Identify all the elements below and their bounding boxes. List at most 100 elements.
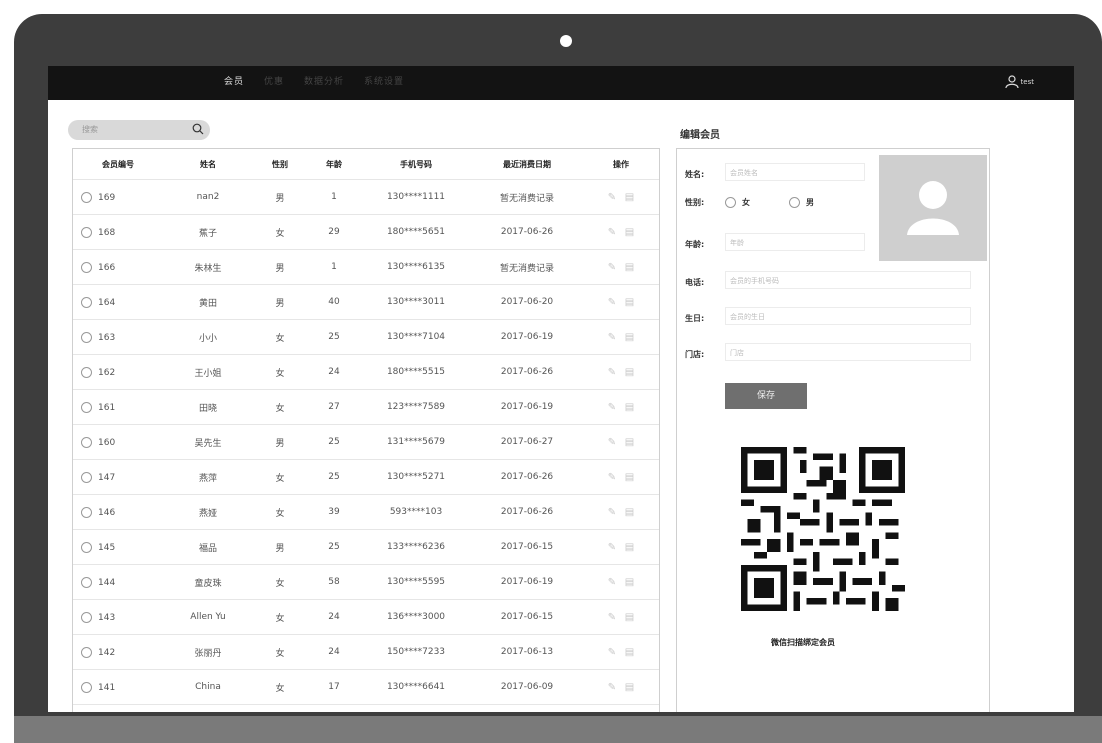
table-row[interactable]: 160 吴先生男 25 131****5679 2017-06-27 ✎ ▤ [73, 424, 659, 460]
gender-male-label: 男 [806, 198, 814, 207]
table-row[interactable]: 144 童皮珠女 58 130****5595 2017-06-19 ✎ ▤ [73, 564, 659, 600]
edit-icon[interactable]: ✎ [608, 472, 616, 483]
member-name-cell: 童皮珠 [163, 564, 253, 600]
delete-icon[interactable]: ▤ [625, 612, 634, 623]
delete-icon[interactable]: ▤ [625, 332, 634, 343]
row-select-radio[interactable] [81, 506, 92, 518]
member-name-cell: 燕萍 [163, 459, 253, 495]
nav-item-settings[interactable]: 系统设置 [364, 74, 404, 87]
delete-icon[interactable]: ▤ [625, 367, 634, 378]
name-input[interactable]: 会员姓名 [725, 163, 865, 181]
row-select-radio[interactable] [81, 296, 92, 308]
save-button[interactable]: 保存 [725, 383, 807, 409]
delete-icon[interactable]: ▤ [625, 472, 634, 483]
avatar-placeholder[interactable] [879, 155, 987, 261]
member-id-text: 168 [98, 227, 116, 238]
member-name-cell: 小小 [163, 319, 253, 355]
member-name-cell: 黄田 [163, 284, 253, 320]
delete-icon[interactable]: ▤ [625, 227, 634, 238]
delete-icon[interactable]: ▤ [625, 262, 634, 273]
edit-icon[interactable]: ✎ [608, 262, 616, 273]
delete-icon[interactable]: ▤ [625, 402, 634, 413]
row-select-radio[interactable] [81, 366, 92, 378]
search-icon[interactable] [192, 123, 204, 135]
row-select-radio[interactable] [81, 611, 92, 623]
row-select-radio[interactable] [81, 471, 92, 483]
male-radio-icon [789, 197, 800, 208]
birthday-input[interactable]: 会员的生日 [725, 307, 971, 325]
edit-icon[interactable]: ✎ [608, 437, 616, 448]
gender-option-female[interactable]: 女 [725, 197, 750, 208]
edit-icon[interactable]: ✎ [608, 647, 616, 658]
member-last-date-cell: 暂无消费记录 [471, 249, 583, 285]
row-select-radio[interactable] [81, 576, 92, 588]
table-row[interactable]: 169 nan2 男 1 130****1111 暂无消费记录 ✎ ▤ [73, 179, 659, 215]
edit-icon[interactable]: ✎ [608, 367, 616, 378]
member-last-date-cell: 2017-06-09 [471, 669, 583, 705]
table-row[interactable]: 162 王小姐女 24 180****5515 2017-06-26 ✎ ▤ [73, 354, 659, 390]
store-input[interactable]: 门店 [725, 343, 971, 361]
member-age-cell: 39 [307, 494, 361, 530]
member-id-cell: 163 [73, 319, 163, 355]
delete-icon[interactable]: ▤ [625, 682, 634, 693]
edit-icon[interactable]: ✎ [608, 192, 616, 203]
edit-icon[interactable]: ✎ [608, 402, 616, 413]
delete-icon[interactable]: ▤ [625, 577, 634, 588]
table-row[interactable]: 166 朱林生男 1 130****6135 暂无消费记录 ✎ ▤ [73, 249, 659, 285]
member-last-date-cell: 2017-06-15 [471, 599, 583, 635]
table-row[interactable]: 141 China 女 17 130****6641 2017-06-09 ✎ ▤ [73, 669, 659, 705]
nav-item-members[interactable]: 会员 [224, 74, 244, 87]
edit-icon[interactable]: ✎ [608, 227, 616, 238]
nav-item-analytics[interactable]: 数据分析 [304, 74, 344, 87]
row-select-radio[interactable] [81, 541, 92, 553]
user-menu[interactable]: test [1004, 75, 1034, 89]
delete-icon[interactable]: ▤ [625, 192, 634, 203]
member-last-date-cell: 2017-06-26 [471, 214, 583, 250]
nav-item-coupons[interactable]: 优惠 [264, 74, 284, 87]
row-select-radio[interactable] [81, 261, 92, 273]
row-select-radio[interactable] [81, 646, 92, 658]
age-input[interactable]: 年龄 [725, 233, 865, 251]
delete-icon[interactable]: ▤ [625, 647, 634, 658]
row-select-radio[interactable] [81, 191, 92, 203]
edit-icon[interactable]: ✎ [608, 297, 616, 308]
edit-icon[interactable]: ✎ [608, 612, 616, 623]
search-box[interactable]: 搜索 [68, 120, 210, 140]
edit-icon[interactable]: ✎ [608, 577, 616, 588]
row-select-radio[interactable] [81, 681, 92, 693]
edit-icon[interactable]: ✎ [608, 682, 616, 693]
table-row[interactable]: 161 田晓女 27 123****7589 2017-06-19 ✎ ▤ [73, 389, 659, 425]
member-id-cell: 141 [73, 669, 163, 705]
row-select-radio[interactable] [81, 331, 92, 343]
table-row[interactable]: 142 张丽丹女 24 150****7233 2017-06-13 ✎ ▤ [73, 634, 659, 670]
avatar-silhouette-icon [907, 181, 959, 235]
row-select-radio[interactable] [81, 401, 92, 413]
table-row[interactable]: 146 燕娅女 39 593****103 2017-06-26 ✎ ▤ [73, 494, 659, 530]
table-row[interactable]: 143 Allen Yu 女 24 136****3000 2017-06-15 ✎ ▤ [73, 599, 659, 635]
phone-input[interactable]: 会员的手机号码 [725, 271, 971, 289]
member-phone-cell: 130****3011 [361, 284, 471, 320]
edit-icon[interactable]: ✎ [608, 542, 616, 553]
delete-icon[interactable]: ▤ [625, 542, 634, 553]
member-gender-cell: 女 [253, 494, 307, 530]
member-age-cell: 40 [307, 284, 361, 320]
row-select-radio[interactable] [81, 226, 92, 238]
edit-icon[interactable]: ✎ [608, 332, 616, 343]
delete-icon[interactable]: ▤ [625, 507, 634, 518]
age-label: 年龄: [685, 240, 705, 249]
gender-option-male[interactable]: 男 [789, 197, 814, 208]
member-phone-cell: 593****103 [361, 494, 471, 530]
edit-icon[interactable]: ✎ [608, 507, 616, 518]
top-navbar: 会员 优惠 数据分析 系统设置 test [48, 66, 1074, 100]
delete-icon[interactable]: ▤ [625, 297, 634, 308]
table-row[interactable]: 168 蕉子女 29 180****5651 2017-06-26 ✎ ▤ [73, 214, 659, 250]
table-row[interactable]: 145 福品男 25 133****6236 2017-06-15 ✎ ▤ [73, 529, 659, 565]
table-row[interactable]: 147 燕萍女 25 130****5271 2017-06-26 ✎ ▤ [73, 459, 659, 495]
table-row[interactable]: 163 小小女 25 130****7104 2017-06-19 ✎ ▤ [73, 319, 659, 355]
member-table: 会员编号 姓名 性别 年龄 手机号码 最近消费日期 操作 169 nan2 男 1 13… [73, 149, 659, 705]
delete-icon[interactable]: ▤ [625, 437, 634, 448]
col-header-id: 会员编号 [102, 159, 134, 169]
row-select-radio[interactable] [81, 436, 92, 448]
col-header-actions: 操作 [613, 159, 629, 169]
table-row[interactable]: 164 黄田男 40 130****3011 2017-06-20 ✎ ▤ [73, 284, 659, 320]
